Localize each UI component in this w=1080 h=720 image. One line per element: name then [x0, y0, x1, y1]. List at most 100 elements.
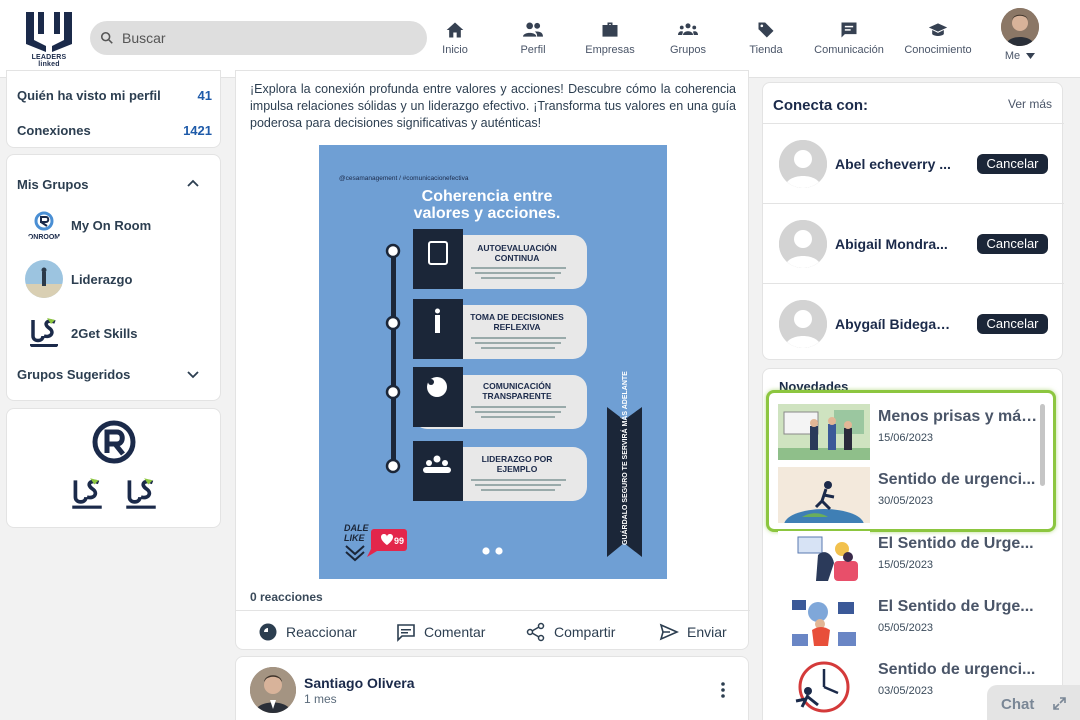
news-thumbnail: [778, 594, 870, 650]
chevron-down-icon[interactable]: [187, 368, 199, 380]
nav-label: Empresas: [585, 44, 635, 56]
news-item-title: Menos prisas y más...: [878, 408, 1043, 425]
nav-label: Comunicación: [814, 44, 884, 56]
react-label: Reaccionar: [286, 624, 357, 640]
profile-views-row[interactable]: Quién ha visto mi perfil 41: [17, 88, 212, 103]
nav-item-comunicacion[interactable]: Comunicación: [804, 20, 894, 56]
group-label: 2Get Skills: [71, 325, 138, 341]
person-name[interactable]: Abygaíl Bidegaray: [835, 316, 953, 332]
nav-item-inicio[interactable]: Inicio: [410, 20, 500, 56]
liderazgo-image-icon: [25, 260, 63, 298]
top-navbar: LEADERS linked Inicio Perfil Empresas Gr…: [0, 0, 1080, 78]
graduation-cap-icon: [928, 23, 948, 37]
news-item-title: Sentido de urgenci...: [878, 471, 1036, 488]
nav-item-conocimiento[interactable]: Conocimiento: [893, 20, 983, 56]
user-avatar: [1001, 8, 1039, 46]
news-item-date: 05/05/2023: [878, 622, 934, 634]
news-item[interactable]: El Sentido de Urge... 05/05/2023: [778, 594, 1048, 652]
2get-skills-logo-icon: [25, 314, 63, 352]
step-title: LIDERAZGO POR: [482, 454, 553, 464]
briefcase-icon: [602, 22, 618, 37]
nav-label: Inicio: [442, 44, 468, 56]
news-item[interactable]: Sentido de urgenci... 30/05/2023: [778, 467, 1048, 525]
comment-label: Comentar: [424, 624, 486, 640]
feed-post-card: ¡Explora la conexión profunda entre valo…: [235, 70, 750, 650]
send-button[interactable]: Enviar: [659, 620, 727, 644]
news-item-title: El Sentido de Urge...: [878, 535, 1034, 552]
chevron-up-icon[interactable]: [187, 178, 199, 190]
person-name[interactable]: Abigail Mondra...: [835, 236, 953, 252]
step-title: TOMA DE DECISIONES: [470, 312, 564, 322]
author-name[interactable]: Santiago Olivera: [304, 675, 414, 691]
person-avatar[interactable]: [779, 300, 827, 348]
comment-button[interactable]: Comentar: [396, 620, 485, 644]
2get-skills-logo-icon[interactable]: [121, 473, 161, 515]
home-icon: [446, 22, 464, 38]
news-item-title: El Sentido de Urge...: [878, 598, 1034, 615]
cancel-request-button[interactable]: Cancelar: [977, 154, 1048, 174]
cancel-request-button[interactable]: Cancelar: [977, 314, 1048, 334]
news-thumbnail: [778, 531, 870, 587]
group-item-my-on-room[interactable]: ONROOM My On Room: [25, 205, 215, 245]
step-title: TRANSPARENTE: [482, 391, 552, 401]
see-more-link[interactable]: Ver más: [1008, 97, 1052, 111]
nav-label: Conocimiento: [904, 44, 972, 56]
news-item[interactable]: Menos prisas y más... 15/06/2023: [778, 404, 1048, 462]
share-button[interactable]: Compartir: [526, 620, 615, 644]
suggested-person: Abel echeverry ... Cancelar: [763, 123, 1064, 203]
leaders-linked-logo[interactable]: LEADERS linked: [22, 10, 76, 68]
search-input[interactable]: [122, 30, 402, 46]
person-name[interactable]: Abel echeverry ...: [835, 156, 953, 172]
profile-views-count: 41: [197, 88, 212, 103]
react-button[interactable]: Reaccionar: [258, 620, 357, 644]
post-time: 1 mes: [304, 692, 337, 706]
people-icon: [523, 22, 543, 37]
nav-label: Perfil: [520, 44, 546, 56]
more-options-icon[interactable]: [716, 681, 730, 699]
step-title: EJEMPLO: [497, 464, 538, 474]
group-item-2get-skills[interactable]: 2Get Skills: [25, 313, 215, 353]
news-thumbnail: [778, 404, 870, 460]
person-avatar[interactable]: [779, 220, 827, 268]
suggested-person: Abigail Mondra... Cancelar: [763, 203, 1064, 283]
post-infographic-image[interactable]: @cesamanagement / #comunicacionefectiva …: [319, 145, 667, 579]
chat-widget[interactable]: Chat: [987, 685, 1080, 720]
connect-title: Conecta con:: [773, 97, 869, 114]
r-logo-icon[interactable]: [90, 419, 138, 465]
group-label: Liderazgo: [71, 271, 133, 287]
cancel-request-button[interactable]: Cancelar: [977, 234, 1048, 254]
group-item-liderazgo[interactable]: Liderazgo: [25, 259, 215, 299]
search-bar[interactable]: [90, 21, 427, 55]
infographic-handle: @cesamanagement / #comunicacionefectiva: [339, 175, 469, 182]
group-label: My On Room: [71, 217, 152, 233]
logo-mark-icon: [26, 12, 72, 52]
nav-item-tienda[interactable]: Tienda: [721, 20, 811, 56]
connections-count: 1421: [183, 123, 212, 138]
tag-icon: [758, 22, 774, 38]
connections-row[interactable]: Conexiones 1421: [17, 123, 212, 138]
share-label: Compartir: [554, 624, 616, 640]
my-groups-card: Mis Grupos ONROOM My On Room Liderazgo 2…: [6, 154, 221, 401]
groups-icon: [678, 23, 698, 35]
side-banner-text: GUÁRDALO SEGURO TE SERVIRÁ MÁS ADELANTE: [620, 371, 629, 545]
author-avatar[interactable]: [250, 667, 296, 713]
post-text: ¡Explora la conexión profunda entre valo…: [250, 82, 736, 130]
on-room-logo-icon: ONROOM: [25, 206, 63, 244]
search-icon: [100, 31, 113, 44]
news-thumbnail: [778, 657, 870, 713]
like-count: 99: [394, 536, 404, 546]
svg-text:ONROOM: ONROOM: [28, 234, 60, 241]
news-thumbnail: [778, 467, 870, 523]
news-item-date: 30/05/2023: [878, 495, 934, 507]
infographic-title-2: valores y acciones.: [414, 205, 561, 222]
expand-icon[interactable]: [1053, 697, 1066, 710]
my-groups-title: Mis Grupos: [17, 177, 89, 192]
me-menu[interactable]: Me: [998, 8, 1042, 62]
reactions-count[interactable]: 0 reacciones: [250, 590, 323, 604]
nav-item-empresas[interactable]: Empresas: [565, 20, 655, 56]
2get-skills-logo-icon[interactable]: [67, 473, 107, 515]
nav-item-grupos[interactable]: Grupos: [643, 20, 733, 56]
news-item[interactable]: El Sentido de Urge... 15/05/2023: [778, 531, 1048, 589]
connections-label: Conexiones: [17, 123, 91, 138]
person-avatar[interactable]: [779, 140, 827, 188]
